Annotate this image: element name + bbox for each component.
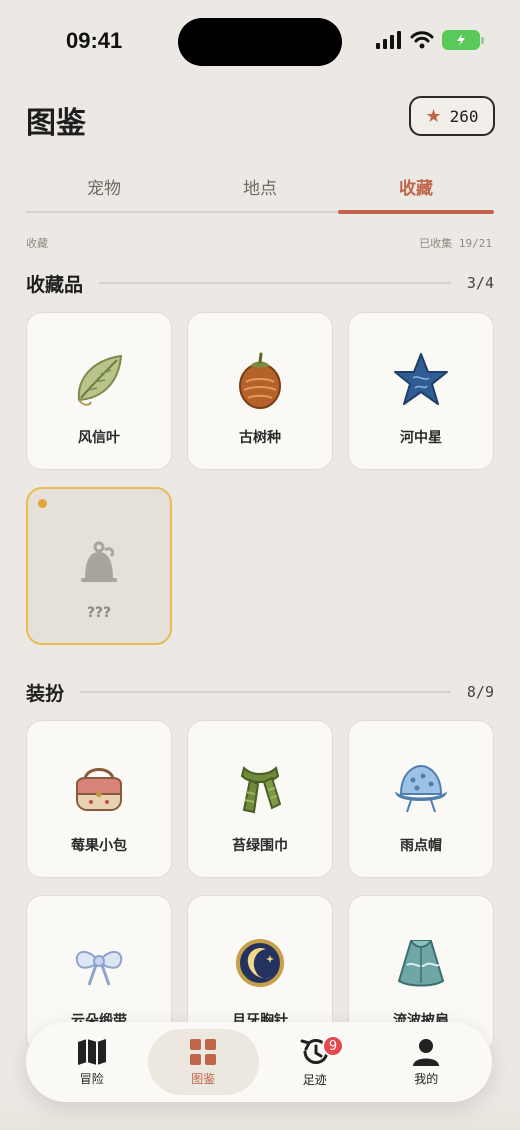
section-title: 装扮 <box>26 682 65 705</box>
starfish-icon <box>386 345 456 415</box>
moon-brooch-icon <box>225 928 295 998</box>
collected-progress: 已收集 19/21 <box>419 237 492 250</box>
nav-footprints[interactable]: 9 足迹 <box>259 1029 371 1095</box>
status-time: 09:41 <box>66 28 123 53</box>
bottom-nav: 冒险 图鉴 9 足迹 我的 <box>26 1022 492 1102</box>
breadcrumb: 收藏 <box>26 237 48 250</box>
card-label: ??? <box>86 605 112 621</box>
collection-card-ancient-seed[interactable]: 古树种 <box>187 312 333 470</box>
nav-label: 冒险 <box>79 1071 104 1086</box>
battery-icon <box>442 30 484 50</box>
star-counter[interactable]: ★ 260 <box>409 96 495 136</box>
card-label: 莓果小包 <box>71 838 127 854</box>
nav-label: 图鉴 <box>191 1071 216 1086</box>
outfit-card-raindrop-hat[interactable]: 雨点帽 <box>348 720 494 878</box>
hat-icon <box>386 753 456 823</box>
tab-collection[interactable]: 收藏 <box>338 168 494 214</box>
tab-places[interactable]: 地点 <box>182 168 338 214</box>
tab-bar: 宠物 地点 收藏 <box>26 168 494 214</box>
collection-card-hyacinth-leaf[interactable]: 风信叶 <box>26 312 172 470</box>
page-title: 图鉴 <box>26 106 86 141</box>
user-icon <box>413 1038 440 1066</box>
nav-label: 足迹 <box>302 1072 327 1087</box>
card-label: 苔绿围巾 <box>232 838 288 854</box>
card-label: 古树种 <box>239 430 281 446</box>
tab-pets[interactable]: 宠物 <box>26 168 182 214</box>
bell-icon <box>64 529 134 599</box>
bag-icon <box>64 753 134 823</box>
star-count: 260 <box>449 106 479 126</box>
cape-icon <box>386 928 456 998</box>
wifi-icon <box>410 31 434 49</box>
collection-card-locked[interactable]: ??? <box>26 487 172 645</box>
tab-active-indicator <box>338 210 494 214</box>
scarf-icon <box>225 753 295 823</box>
section-count: 3/4 <box>466 274 494 292</box>
section-title: 收藏品 <box>26 273 84 296</box>
new-dot <box>38 499 47 508</box>
star-icon: ★ <box>425 105 442 127</box>
status-bar: 09:41 <box>0 0 520 80</box>
outfit-card-moss-scarf[interactable]: 苔绿围巾 <box>187 720 333 878</box>
scroll-fade <box>0 1100 520 1130</box>
status-icons <box>376 30 484 50</box>
outfit-card-berry-bag[interactable]: 莓果小包 <box>26 720 172 878</box>
section-header-collectibles: 收藏品 3/4 <box>26 268 494 298</box>
divider <box>99 282 451 284</box>
section-header-outfits: 装扮 8/9 <box>26 677 494 707</box>
nav-profile[interactable]: 我的 <box>371 1029 483 1095</box>
divider <box>80 691 451 693</box>
card-label: 雨点帽 <box>400 838 442 854</box>
nav-adventure[interactable]: 冒险 <box>36 1029 148 1095</box>
dynamic-island <box>178 18 342 66</box>
signal-icon <box>376 31 401 49</box>
grid-icon <box>190 1038 217 1065</box>
collection-card-river-star[interactable]: 河中星 <box>348 312 494 470</box>
section-count: 8/9 <box>466 683 494 701</box>
nav-collection[interactable]: 图鉴 <box>147 1029 259 1095</box>
notification-badge: 9 <box>322 1035 344 1057</box>
ribbon-icon <box>64 928 134 998</box>
card-label: 风信叶 <box>78 430 120 446</box>
card-label: 河中星 <box>400 430 442 446</box>
map-icon <box>77 1038 106 1065</box>
acorn-icon <box>225 345 295 415</box>
leaf-icon <box>64 345 134 415</box>
nav-label: 我的 <box>414 1071 439 1086</box>
